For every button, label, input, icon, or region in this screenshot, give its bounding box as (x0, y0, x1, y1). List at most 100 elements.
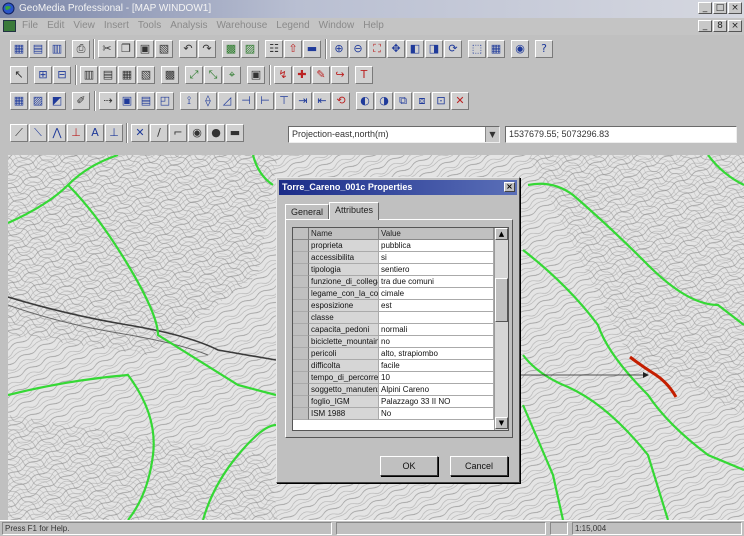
line-style-1-icon[interactable]: ✕ (131, 124, 149, 142)
offset-tool-icon[interactable]: ⇥ (294, 92, 312, 110)
zoom-in-icon[interactable]: ⊕ (330, 40, 348, 58)
table-row[interactable]: difficolta facile (293, 360, 508, 372)
save-geoworkspace-icon[interactable]: ▥ (48, 40, 66, 58)
refresh-icon[interactable]: ⟳ (444, 40, 462, 58)
table-row[interactable]: pericoli alto, strapiombo (293, 348, 508, 360)
split-tool-icon[interactable]: ⊣ (237, 92, 255, 110)
map-window-new-icon[interactable]: ▩ (222, 40, 240, 58)
insert-text-icon[interactable]: T (355, 66, 373, 84)
grid-tool-5-icon[interactable]: ▩ (161, 66, 179, 84)
grid-scrollbar[interactable]: ▲ ▼ (494, 228, 508, 430)
tab-general[interactable]: General (285, 204, 330, 220)
fill-style-3-icon[interactable]: ▬ (226, 124, 244, 142)
column-header-value[interactable]: Value (379, 228, 494, 240)
line-style-3-icon[interactable]: ⌐ (169, 124, 187, 142)
attribute-value[interactable]: tra due comuni (379, 276, 494, 288)
row-selector[interactable] (293, 348, 309, 360)
projection-select[interactable]: Projection-east,north(m) ▼ (288, 126, 500, 143)
ok-button[interactable]: OK (380, 456, 438, 476)
paste-icon[interactable]: ▣ (136, 40, 154, 58)
column-header-name[interactable]: Name (309, 228, 379, 240)
record-icon[interactable]: ◉ (511, 40, 529, 58)
row-selector[interactable] (293, 300, 309, 312)
draw-point-icon[interactable]: ⊥ (67, 124, 85, 142)
row-selector[interactable] (293, 252, 309, 264)
draw-area-icon[interactable]: ⋀ (48, 124, 66, 142)
grid-tool-3-icon[interactable]: ▦ (118, 66, 136, 84)
attribute-value[interactable]: si (379, 252, 494, 264)
box-tool-1-icon[interactable]: ▣ (118, 92, 136, 110)
select-pointer-icon[interactable]: ↖ (10, 66, 28, 84)
table-row[interactable]: tempo_di_percorren 10 (293, 372, 508, 384)
scroll-thumb[interactable] (495, 278, 508, 322)
row-selector[interactable] (293, 264, 309, 276)
table-row[interactable]: soggetto_manutenzi Alpini Careno (293, 384, 508, 396)
attribute-value[interactable]: 10 (379, 372, 494, 384)
box-tool-3-icon[interactable]: ◰ (156, 92, 174, 110)
data-window-new-icon[interactable]: ▨ (241, 40, 259, 58)
row-selector[interactable] (293, 408, 309, 420)
new-geoworkspace-icon[interactable]: ▦ (10, 40, 28, 58)
box-tool-2-icon[interactable]: ▤ (137, 92, 155, 110)
attribute-value[interactable]: Alpini Careno (379, 384, 494, 396)
scroll-up-icon[interactable]: ▲ (495, 228, 508, 240)
fill-style-1-icon[interactable]: ◉ (188, 124, 206, 142)
help-pointer-icon[interactable]: ? (535, 40, 553, 58)
rotate-tool-icon[interactable]: ⟲ (332, 92, 350, 110)
mdi-minimize-button[interactable]: _ (698, 20, 712, 32)
attribute-value[interactable] (379, 312, 494, 324)
print-icon[interactable]: ⎙ (72, 40, 90, 58)
north-arrow-icon[interactable]: ⇧ (284, 40, 302, 58)
measure-distance-icon[interactable]: ⤢ (185, 66, 203, 84)
menu-insert[interactable]: Insert (104, 20, 129, 31)
menu-help[interactable]: Help (363, 20, 384, 31)
attribute-value[interactable]: Palazzago 33 II NO (379, 396, 494, 408)
table-row[interactable]: foglio_IGM Palazzago 33 II NO (293, 396, 508, 408)
table-row[interactable]: accessibilita si (293, 252, 508, 264)
fill-style-2-icon[interactable]: ● (207, 124, 225, 142)
attribute-value[interactable]: sentiero (379, 264, 494, 276)
zoom-out-icon[interactable]: ⊖ (349, 40, 367, 58)
close-button[interactable]: × (728, 2, 742, 14)
delete-feature-icon[interactable]: ✕ (451, 92, 469, 110)
scale-bar-icon[interactable]: ▬ (303, 40, 321, 58)
vertex-tool-2-icon[interactable]: ⟠ (199, 92, 217, 110)
properties-tool-icon[interactable]: ⊡ (432, 92, 450, 110)
line-style-2-icon[interactable]: / (150, 124, 168, 142)
fit-all-icon[interactable]: ⛶ (368, 40, 386, 58)
next-view-icon[interactable]: ◨ (425, 40, 443, 58)
precision-coordinates-icon[interactable]: ⌖ (223, 66, 241, 84)
dialog-close-button[interactable]: × (504, 182, 515, 192)
vertex-tool-1-icon[interactable]: ⟟ (180, 92, 198, 110)
minimize-button[interactable]: _ (698, 2, 712, 14)
coordinate-readout[interactable]: 1537679.55; 5073296.83 (505, 126, 737, 143)
delete-icon[interactable]: ▧ (155, 40, 173, 58)
trim-tool-icon[interactable]: ⊤ (275, 92, 293, 110)
table-row[interactable]: esposizione est (293, 300, 508, 312)
open-geoworkspace-icon[interactable]: ▤ (29, 40, 47, 58)
row-selector[interactable] (293, 240, 309, 252)
draw-symbol-icon[interactable]: ⊥ (105, 124, 123, 142)
vertex-tool-3-icon[interactable]: ◿ (218, 92, 236, 110)
map-window-icon[interactable] (3, 20, 16, 32)
table-row[interactable]: proprieta pubblica (293, 240, 508, 252)
table-row[interactable]: funzione_di_collegar tra due comuni (293, 276, 508, 288)
copy-icon[interactable]: ❐ (117, 40, 135, 58)
measure-area-icon[interactable]: ⤡ (204, 66, 222, 84)
edit-tool-1-icon[interactable]: ▦ (10, 92, 28, 110)
pan-icon[interactable]: ✥ (387, 40, 405, 58)
select-by-icon[interactable]: ⊟ (53, 66, 71, 84)
row-selector[interactable] (293, 384, 309, 396)
attribute-value[interactable]: facile (379, 360, 494, 372)
row-selector[interactable] (293, 360, 309, 372)
copy-feature-icon[interactable]: ⧉ (394, 92, 412, 110)
connect-tool-icon[interactable]: ◐ (356, 92, 374, 110)
dialog-title-bar[interactable]: Torre_Careno_001c Properties × (279, 180, 517, 195)
break-tool-icon[interactable]: ⇤ (313, 92, 331, 110)
table-row[interactable]: legame_con_la_conscimale (293, 288, 508, 300)
tab-attributes[interactable]: Attributes (329, 202, 380, 220)
attribute-value[interactable]: No (379, 408, 494, 420)
menu-edit[interactable]: Edit (47, 20, 64, 31)
attribute-grid[interactable]: Name Value proprieta pubblica accessibili… (292, 227, 509, 431)
edit-geometry-icon[interactable]: ✎ (312, 66, 330, 84)
